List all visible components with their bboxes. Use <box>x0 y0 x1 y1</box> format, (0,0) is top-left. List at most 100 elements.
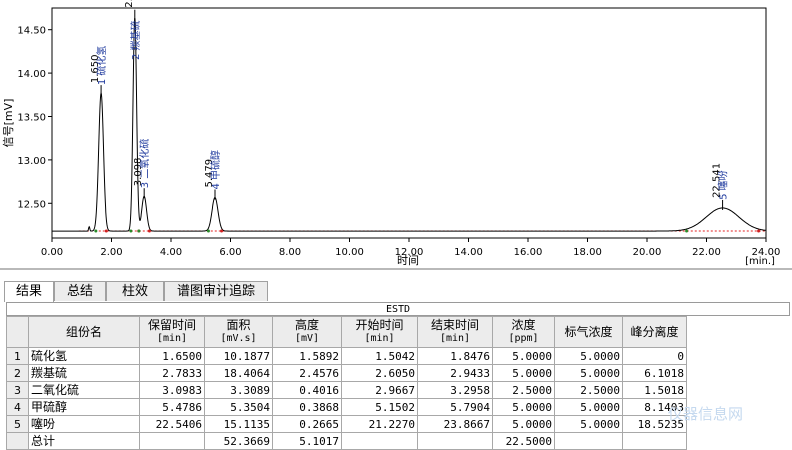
row-index: 5 <box>6 415 29 433</box>
column-header[interactable]: 浓度 [ppm] <box>492 316 555 348</box>
y-tick-label: 14.50 <box>17 26 46 37</box>
total-cell <box>139 432 205 450</box>
column-header[interactable]: 峰分离度 <box>622 316 687 348</box>
x-tick-label: 2.00 <box>100 247 122 258</box>
plot-area <box>51 7 767 239</box>
component-name-cell: 羰基硫 <box>28 364 140 382</box>
table-cell: 3.0983 <box>139 381 205 399</box>
column-header-label: 面积 <box>226 318 251 332</box>
row-index: 4 <box>6 398 29 416</box>
table-cell: 2.9667 <box>341 381 418 399</box>
tab-results[interactable]: 结果 <box>4 281 54 303</box>
total-cell: 22.5000 <box>492 432 555 450</box>
peak-end-marker <box>104 229 108 233</box>
peak-rt-label: 2.783 <box>124 0 135 8</box>
column-header-unit: [min] <box>156 333 188 344</box>
total-cell: 5.1017 <box>272 432 342 450</box>
peak-start-marker <box>685 229 689 233</box>
peak-end-marker <box>147 229 151 233</box>
tab-summary[interactable]: 总结 <box>54 281 106 301</box>
column-header-label: 开始时间 <box>355 318 404 332</box>
tab-column-efficiency[interactable]: 柱效 <box>106 281 164 301</box>
x-tick-label: 0.00 <box>41 247 63 258</box>
column-header[interactable]: 标气浓度 <box>554 316 623 348</box>
row-index: 1 <box>6 347 29 365</box>
row-index: 2 <box>6 364 29 382</box>
total-cell: 52.3669 <box>204 432 273 450</box>
table-row[interactable]: 3 二氧化硫 3.0983 3.3089 0.4016 2.9667 3.2958 2.500… <box>6 381 687 399</box>
tab-audit-trail[interactable]: 谱图审计追踪 <box>164 281 268 301</box>
table-cell: 1.6500 <box>139 347 205 365</box>
table-cell: 22.5406 <box>139 415 205 433</box>
component-name-cell: 二氧化硫 <box>28 381 140 399</box>
chromatogram-chart: 0.00 2.00 4.00 6.00 8.00 10.00 12.00 14.00 16.00… <box>2 0 780 267</box>
table-row[interactable]: 1 硫化氢 1.6500 10.1877 1.5892 1.5042 1.8476 5.000… <box>6 347 687 365</box>
table-cell: 5.0000 <box>492 347 555 365</box>
peak-start-marker <box>137 229 141 233</box>
table-cell: 3.3089 <box>204 381 273 399</box>
x-tick-label: 8.00 <box>279 247 301 258</box>
x-tick-label: 6.00 <box>219 247 241 258</box>
total-label: 总计 <box>28 432 140 450</box>
table-cell: 2.7833 <box>139 364 205 382</box>
column-header-label: 保留时间 <box>147 318 196 332</box>
column-header-label: 标气浓度 <box>564 325 613 339</box>
table-cell: 1.5018 <box>622 381 687 399</box>
column-header-unit: [min] <box>364 333 395 344</box>
component-name-cell: 硫化氢 <box>28 347 140 365</box>
table-cell: 0.2665 <box>272 415 342 433</box>
column-header[interactable]: 高度 [mV] <box>272 316 342 348</box>
table-cell: 5.1502 <box>341 398 418 416</box>
table-cell: 5.7904 <box>417 398 493 416</box>
table-cell: 5.0000 <box>554 364 623 382</box>
splitter[interactable] <box>0 268 792 270</box>
table-cell: 0.3868 <box>272 398 342 416</box>
total-cell <box>417 432 493 450</box>
table-cell: 1.5042 <box>341 347 418 365</box>
column-header-label: 结束时间 <box>430 318 479 332</box>
column-header[interactable]: 开始时间 [min] <box>341 316 418 348</box>
column-header[interactable]: 组份名 <box>28 316 140 348</box>
column-header[interactable]: 结束时间 [min] <box>417 316 493 348</box>
x-axis-label: 时间 <box>397 254 419 267</box>
table-cell: 2.4576 <box>272 364 342 382</box>
result-tabs: 结果 总结 柱效 谱图审计追踪 <box>0 281 792 303</box>
table-cell: 5.0000 <box>492 415 555 433</box>
total-cell <box>341 432 418 450</box>
column-header[interactable]: 面积 [mV.s] <box>204 316 273 348</box>
peak-end-marker <box>757 229 761 233</box>
table-cell: 2.9433 <box>417 364 493 382</box>
x-tick-label: 22.00 <box>692 247 721 258</box>
peak-start-marker <box>129 229 133 233</box>
table-row[interactable]: 5 噻吩 22.5406 15.1135 0.2665 21.2270 23.8667 5.0… <box>6 415 687 433</box>
y-tick-label: 12.50 <box>17 199 46 210</box>
watermark-text: 仪器信息网 <box>668 405 744 423</box>
x-tick-label: 20.00 <box>633 247 662 258</box>
table-cell: 21.2270 <box>341 415 418 433</box>
table-cell: 3.2958 <box>417 381 493 399</box>
column-header-label: 峰分离度 <box>630 325 679 339</box>
y-tick-label: 13.00 <box>17 156 46 167</box>
column-header-unit: [min] <box>439 333 471 344</box>
table-cell: 18.4064 <box>204 364 273 382</box>
y-tick-label: 14.00 <box>17 69 46 80</box>
table-cell: 6.1018 <box>622 364 687 382</box>
table-cell: 2.5000 <box>492 381 555 399</box>
table-cell: 0 <box>622 347 687 365</box>
results-table: 组份名 保留时间 [min] 面积 [mV.s] 高度 [mV] 开始时间 [min] 结束时间[… <box>6 316 687 450</box>
x-tick-label: 14.00 <box>454 247 483 258</box>
table-row[interactable]: 2 羰基硫 2.7833 18.4064 2.4576 2.6050 2.9433 5.000… <box>6 364 687 382</box>
row-index: 3 <box>6 381 29 399</box>
x-tick-label: 16.00 <box>514 247 543 258</box>
table-cell: 2.5000 <box>554 381 623 399</box>
column-header-label: 浓度 <box>511 318 536 332</box>
table-cell: 5.4786 <box>139 398 205 416</box>
column-header-unit: [mV] <box>294 333 320 344</box>
row-index <box>6 432 29 450</box>
method-label: ESTD <box>6 302 790 316</box>
table-cell: 0.4016 <box>272 381 342 399</box>
total-row: 总计 52.3669 5.1017 22.5000 <box>6 432 687 450</box>
total-cell <box>554 432 623 450</box>
column-header[interactable]: 保留时间 [min] <box>139 316 205 348</box>
table-row[interactable]: 4 甲硫醇 5.4786 5.3504 0.3868 5.1502 5.7904 5.0000… <box>6 398 687 416</box>
